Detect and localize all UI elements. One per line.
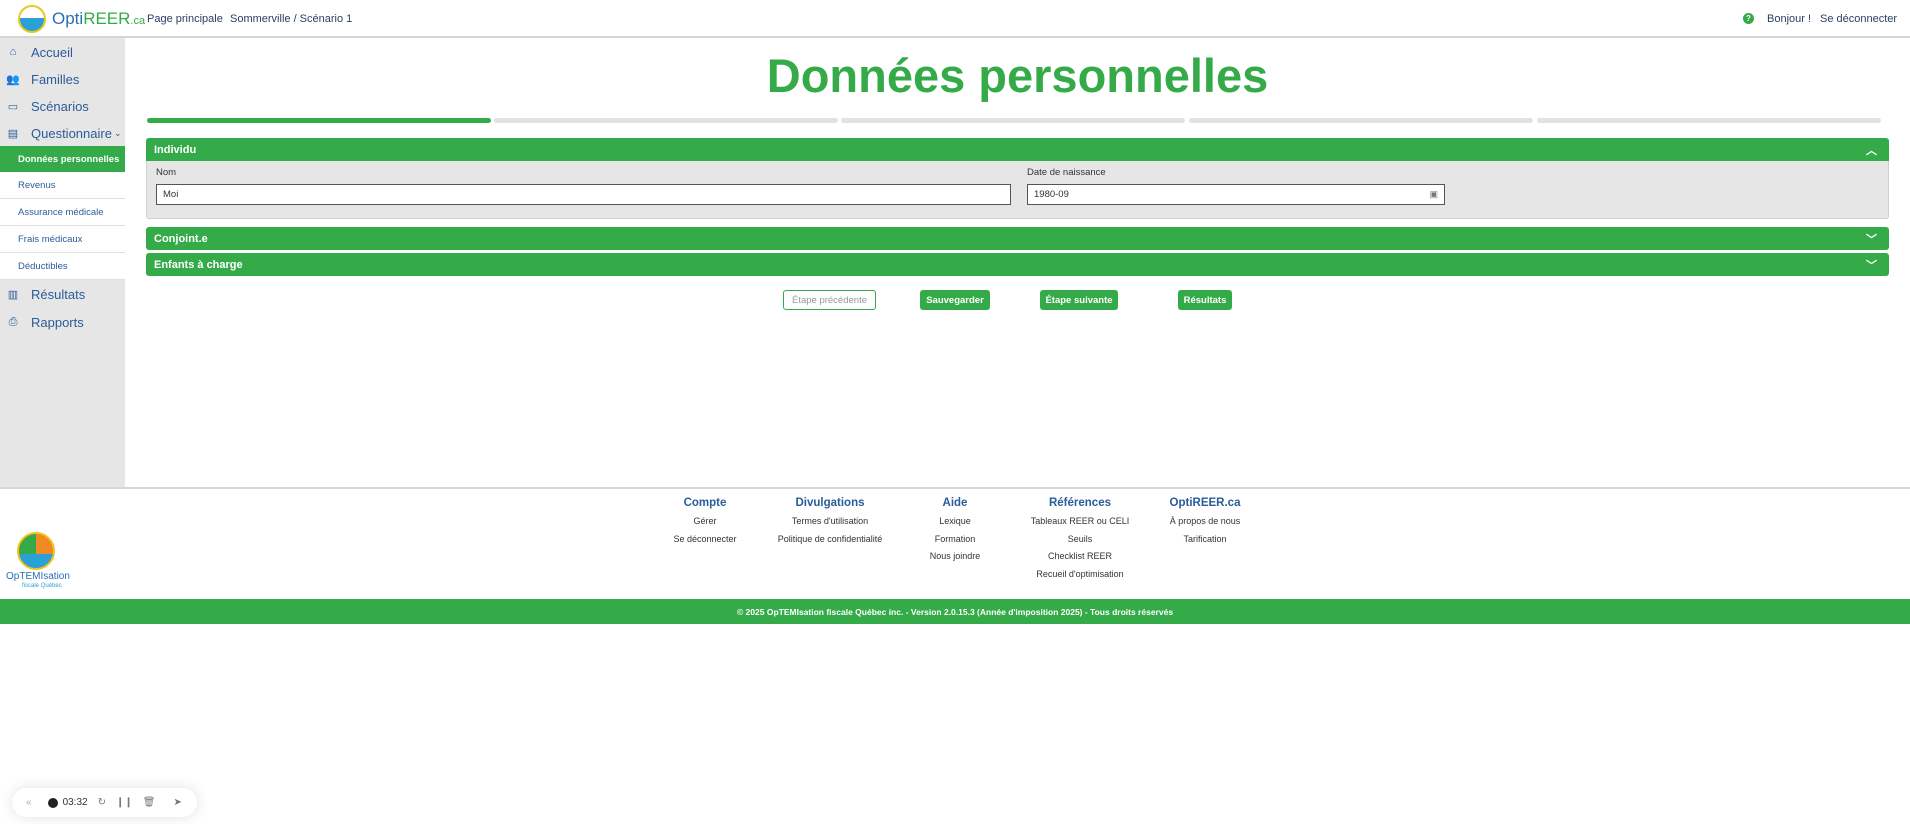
sidebar-sub-revenus[interactable]: Revenus: [0, 172, 125, 199]
chevron-down-icon: ﹀: [1866, 260, 1877, 272]
sidebar-item-scenarios[interactable]: ▭ Scénarios: [0, 93, 125, 119]
sidebar-item-resultats[interactable]: ▥ Résultats: [0, 281, 125, 307]
nom-input[interactable]: Moi: [156, 184, 1011, 205]
help-icon[interactable]: ?: [1743, 13, 1754, 24]
section-individu-header[interactable]: Individu ︿: [146, 138, 1889, 161]
optemisation-logo-icon: [17, 532, 55, 570]
footer-divider: [0, 487, 1910, 489]
sidebar-item-label: Familles: [31, 71, 80, 87]
sidebar-item-familles[interactable]: 👥 Familles: [0, 66, 125, 92]
sidebar-sub-assurance-medicale[interactable]: Assurance médicale: [0, 199, 125, 226]
sidebar-item-label: Questionnaire: [31, 125, 112, 141]
save-button[interactable]: Sauvegarder: [920, 290, 990, 310]
pointer-icon[interactable]: ➤: [173, 797, 181, 808]
restart-icon[interactable]: ↻: [98, 797, 106, 808]
section-conjoint-header[interactable]: Conjoint.e ﹀: [146, 227, 1889, 250]
chevron-down-icon: ﹀: [1866, 234, 1877, 246]
footer-link[interactable]: Checklist REER: [980, 548, 1180, 566]
record-icon[interactable]: [47, 797, 58, 808]
trash-icon[interactable]: 🗑: [143, 797, 156, 808]
copyright-bar: © 2025 OpTEMIsation fiscale Québec inc. …: [0, 599, 1910, 624]
dob-input[interactable]: 1980-09 ▣: [1027, 184, 1445, 205]
nav-breadcrumb-scenario[interactable]: Sommerville / Scénario 1: [230, 13, 352, 25]
prev-step-button[interactable]: Étape précédente: [783, 290, 876, 310]
nav-page-principale[interactable]: Page principale: [147, 13, 223, 25]
home-icon: ⌂: [9, 46, 17, 58]
progress-step-2: [494, 118, 838, 123]
image-icon: ▭: [7, 100, 19, 113]
sidebar-item-label: Résultats: [31, 286, 86, 302]
sidebar-item-label: Accueil: [31, 44, 73, 60]
progress-step-5: [1537, 118, 1881, 123]
recorder-time: 03:32: [62, 797, 88, 808]
footer-logo-text: OpTEMIsation: [6, 571, 70, 582]
page-title: Données personnelles: [766, 49, 1269, 102]
progress-step-4: [1189, 118, 1533, 123]
next-step-button[interactable]: Étape suivante: [1040, 290, 1118, 310]
footer-link[interactable]: Recueil d'optimisation: [980, 566, 1180, 584]
section-enfants-header[interactable]: Enfants à charge ﹀: [146, 253, 1889, 276]
section-title: Conjoint.e: [154, 232, 208, 245]
footer-link[interactable]: À propos de nous: [1105, 513, 1305, 531]
progress-step-1: [147, 118, 491, 123]
sidebar: ⌂ Accueil 👥 Familles ▭ Scénarios ▤ Questionn…: [0, 38, 125, 487]
sidebar-item-label: Rapports: [31, 314, 84, 330]
footer-link[interactable]: Tarification: [1105, 531, 1305, 549]
footer-col-title: OptiREER.ca: [1169, 497, 1241, 509]
top-header: OptiREER.ca Page principale Sommerville …: [0, 0, 1910, 38]
section-individu-body: Nom Moi Date de naissance 1980-09 ▣: [146, 161, 1889, 219]
sidebar-item-accueil[interactable]: ⌂ Accueil: [0, 39, 125, 65]
footer-col-optireer: OptiREER.ca À propos de nous Tarification: [1105, 497, 1305, 548]
section-title: Individu: [154, 143, 197, 156]
users-icon: 👥: [6, 73, 20, 86]
dob-label: Date de naissance: [1027, 167, 1106, 178]
sidebar-item-label: Scénarios: [31, 98, 89, 114]
calendar-icon[interactable]: ▣: [1429, 189, 1438, 200]
progress-step-3: [841, 118, 1185, 123]
greeting: Bonjour !: [1767, 13, 1812, 25]
sidebar-sub-frais-medicaux[interactable]: Frais médicaux: [0, 226, 125, 253]
sidebar-sub-donnees-personnelles[interactable]: Données personnelles: [0, 146, 125, 173]
nom-label: Nom: [156, 167, 177, 178]
bar-chart-icon: ▥: [7, 288, 19, 301]
report-icon: ⎙: [8, 315, 18, 328]
pause-icon[interactable]: ❙❙: [116, 797, 133, 808]
sidebar-item-questionnaire[interactable]: ▤ Questionnaire ⌄: [0, 120, 125, 146]
footer-logo-sub: fiscale Québec: [22, 583, 62, 589]
section-title: Enfants à charge: [154, 258, 243, 271]
optireer-logo[interactable]: OptiREER.ca: [52, 9, 145, 29]
recorder-widget: « 03:32 ↻ ❙❙ 🗑 ➤: [12, 788, 197, 817]
chevron-down-icon: ⌄: [113, 127, 122, 138]
sidebar-sub-deductibles[interactable]: Déductibles: [0, 253, 125, 280]
collapse-icon[interactable]: «: [26, 797, 32, 808]
logout-link[interactable]: Se déconnecter: [1820, 13, 1897, 25]
sidebar-item-rapports[interactable]: ⎙ Rapports: [0, 309, 125, 335]
chevron-up-icon: ︿: [1866, 145, 1877, 157]
document-icon: ▤: [7, 127, 19, 140]
dob-value: 1980-09: [1034, 189, 1069, 200]
results-button[interactable]: Résultats: [1178, 290, 1232, 310]
optireer-logo-icon[interactable]: [18, 5, 46, 33]
